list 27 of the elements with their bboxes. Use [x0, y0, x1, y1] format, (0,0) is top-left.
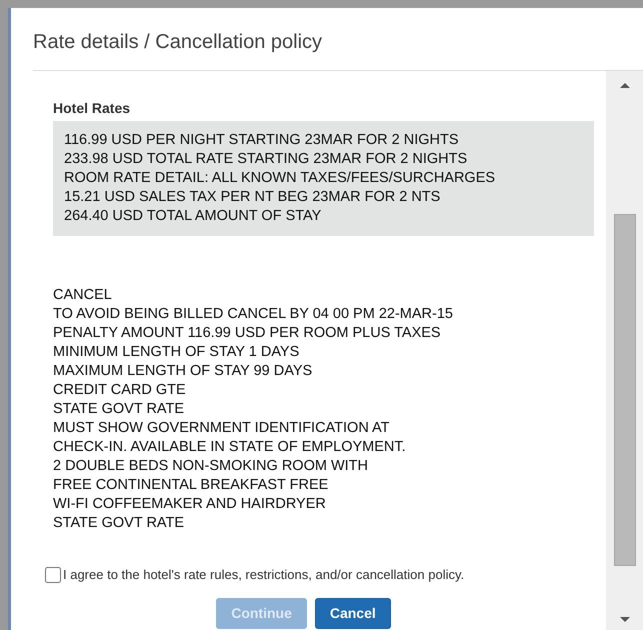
rate-line: ROOM RATE DETAIL: ALL KNOWN TAXES/FEES/SURCHARGES: [64, 169, 496, 188]
policy-line: MINIMUM LENGTH OF STAY 1 DAYS: [53, 343, 300, 362]
scroll-down-icon[interactable]: [620, 617, 630, 622]
policy-line: TO AVOID BEING BILLED CANCEL BY 04 00 PM 22-MAR-15: [53, 305, 454, 324]
agree-checkbox[interactable]: [45, 566, 61, 582]
policy-line: WI-FI COFFEEMAKER AND HAIRDRYER: [53, 495, 327, 514]
rate-line: 116.99 USD PER NIGHT STARTING 23MAR FOR 2 NIGHTS: [64, 131, 460, 150]
policy-line: FREE CONTINENTAL BREAKFAST FREE: [53, 476, 330, 495]
policy-line: STATE GOVT RATE: [53, 400, 186, 419]
rate-line: 15.21 USD SALES TAX PER NT BEG 23MAR FOR 2 NTS: [64, 188, 442, 207]
agree-label: I agree to the hotel's rate rules, restrictions, and/or cancellation policy.: [63, 566, 464, 584]
rate-line: 233.98 USD TOTAL RATE STARTING 23MAR FOR 2 NIGHTS: [64, 150, 468, 169]
scroll-thumb[interactable]: [614, 214, 636, 566]
scrollbar[interactable]: [606, 71, 643, 630]
policy-line: 2 DOUBLE BEDS NON-SMOKING ROOM WITH: [53, 457, 369, 476]
scroll-up-icon[interactable]: [620, 83, 630, 88]
rate-line: 264.40 USD TOTAL AMOUNT OF STAY: [64, 207, 322, 226]
policy-line: PENALTY AMOUNT 116.99 USD PER ROOM PLUS TAXES: [53, 324, 442, 343]
policy-line: CANCEL: [53, 286, 113, 305]
policy-line: STATE GOVT RATE: [53, 514, 186, 533]
policy-line: MAXIMUM LENGTH OF STAY 99 DAYS: [53, 362, 314, 381]
cancel-button[interactable]: Cancel: [314, 598, 391, 629]
policy-line: MUST SHOW GOVERNMENT IDENTIFICATION AT: [53, 419, 390, 438]
section-heading: Hotel Rates: [53, 99, 132, 118]
policy-line: CREDIT CARD GTE: [53, 381, 187, 400]
dialog-title: Rate details / Cancellation policy: [32, 30, 324, 55]
policy-line: CHECK-IN. AVAILABLE IN STATE OF EMPLOYMENT.: [53, 438, 407, 457]
